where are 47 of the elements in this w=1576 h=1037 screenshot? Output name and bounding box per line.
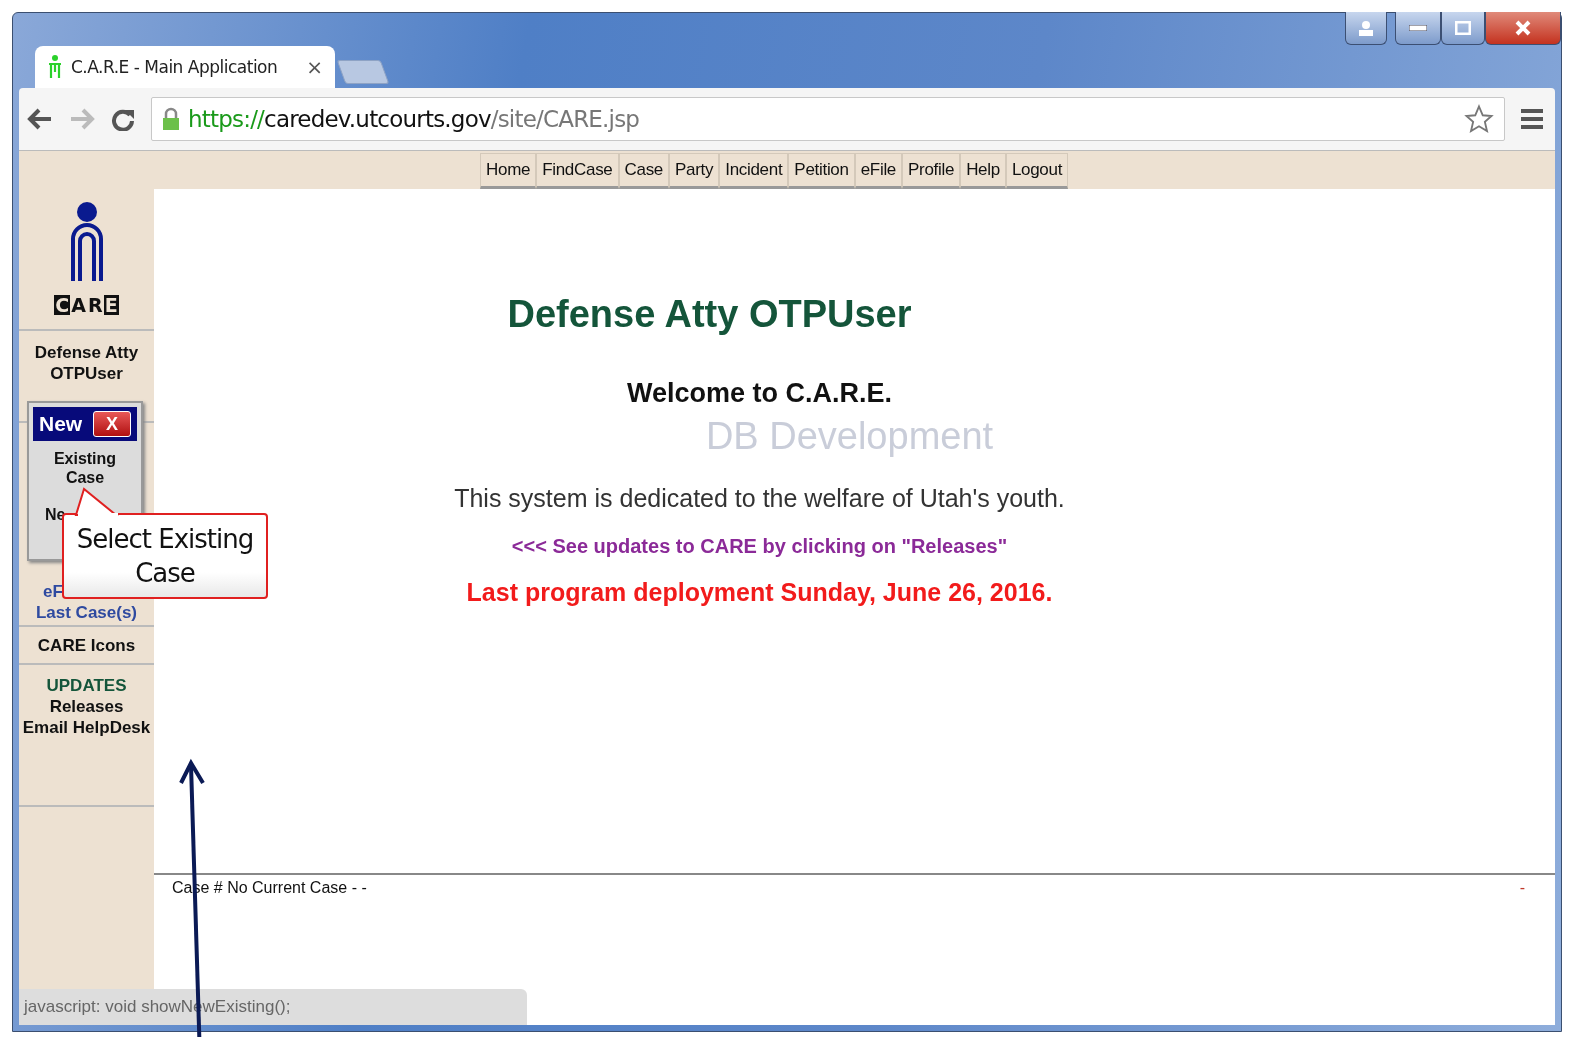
welcome-heading: Welcome to C.A.R.E. [626,378,892,409]
minimize-icon [1409,25,1427,31]
updates-heading: UPDATES [45,675,128,696]
nav-button[interactable]: FindCase [536,153,619,189]
nav-button[interactable]: Incident [719,153,789,189]
person-icon [1357,20,1375,36]
nav-button[interactable]: Case [618,153,669,189]
sidebar-link[interactable]: Releases [49,696,124,717]
nav-button[interactable]: Help [960,153,1006,189]
nav-button[interactable]: Home [480,153,537,189]
user-heading: Defense Atty OTPUser [507,293,912,336]
last-cases-link[interactable]: Last Case(s) [35,602,138,623]
updates-hint-link[interactable]: <<< See updates to CARE by clicking on "Releases" [511,535,1008,558]
deployment-notice: Last program deployment Sunday, June 26, 2016. [466,578,1053,607]
address-bar[interactable]: https://caredev.utcourts.gov/site/CARE.jsp [151,97,1505,141]
close-icon [1515,20,1531,36]
minimize-button[interactable] [1395,12,1441,45]
profile-button[interactable] [1345,12,1387,45]
url-text: https://caredev.utcourts.gov/site/CARE.jsp [188,106,641,132]
popup-close-button[interactable]: X [93,411,131,437]
maximize-icon [1455,21,1471,35]
nav-button[interactable]: Party [669,153,720,189]
back-icon[interactable] [27,108,53,130]
maximize-button[interactable] [1441,12,1485,45]
logo-wordmark: CARE [54,295,119,315]
callout-text: Select Existing Case [75,523,255,590]
sidebar-link[interactable]: Email HelpDesk [22,717,151,738]
nav-button[interactable]: eFile [854,153,903,189]
nav-button[interactable]: Logout [1005,153,1069,189]
browser-tab[interactable]: C.A.R.E - Main Application × [35,46,335,88]
menu-icon[interactable] [1521,109,1543,129]
tab-title: C.A.R.E - Main Application [71,57,279,77]
tab-close-button[interactable]: × [306,55,323,79]
mission-text: This system is dedicated to the welfare of Utah's youth. [454,484,1065,513]
efile-link[interactable]: eF [43,581,63,602]
footer-dash: - [1519,879,1525,897]
care-icons-link[interactable]: CARE Icons [37,634,136,656]
user-name: Defense Atty OTPUser [33,342,140,384]
popup-title: New [39,412,83,436]
nav-button[interactable]: Profile [902,153,961,189]
close-button[interactable] [1485,12,1561,45]
nav-button[interactable]: Petition [788,153,855,189]
lock-icon [162,107,180,131]
popup-option[interactable]: Existing Case [33,449,137,487]
star-icon[interactable] [1464,104,1494,134]
person-icon [47,54,63,80]
reload-icon[interactable] [111,107,135,131]
